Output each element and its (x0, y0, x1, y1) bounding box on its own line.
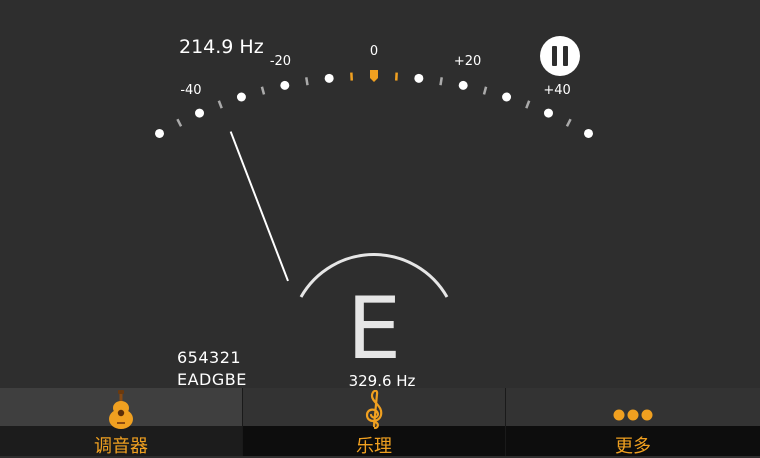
scale-tick (567, 119, 571, 126)
scale-tick (177, 119, 181, 126)
detected-frequency: 214.9 Hz (179, 36, 264, 58)
scale-dot (195, 109, 204, 118)
tuning-name[interactable]: EADGBE (177, 370, 247, 389)
string-numbers[interactable]: 654321 (177, 348, 241, 367)
tab-more[interactable]: 更多 (505, 388, 760, 456)
scale-tick (262, 87, 264, 95)
scale-tick (306, 77, 307, 85)
scale-dot (502, 92, 511, 101)
scale-label: -40 (180, 83, 201, 98)
scale-dot (237, 92, 246, 101)
scale-dot (459, 81, 468, 90)
scale-dot (544, 109, 553, 118)
treble-clef-icon (357, 390, 391, 434)
note-name: E (324, 286, 424, 372)
scale-dot (280, 81, 289, 90)
scale-label: +20 (454, 54, 481, 69)
tab-label: 调音器 (0, 432, 242, 458)
scale-dot (155, 129, 164, 138)
more-dots-icon (611, 390, 655, 434)
scale-dot (584, 129, 593, 138)
tab-label: 乐理 (243, 432, 505, 458)
scale-label: -20 (270, 54, 291, 69)
center-marker (370, 70, 378, 82)
tab-theory[interactable]: 乐理 (242, 388, 505, 456)
bottom-tab-bar: 调音器 乐理 更多 (0, 388, 760, 456)
scale-tick (484, 87, 486, 95)
tab-label: 更多 (506, 432, 760, 458)
tuner-scale (155, 70, 593, 138)
scale-dot (414, 74, 423, 83)
scale-label: 0 (370, 44, 378, 59)
scale-dot (325, 74, 334, 83)
guitar-icon (106, 390, 136, 434)
pause-button[interactable] (540, 36, 580, 76)
tab-tuner[interactable]: 调音器 (0, 388, 242, 456)
tuner-needle (231, 132, 288, 281)
scale-label: +40 (543, 83, 570, 98)
scale-tick (526, 101, 529, 108)
scale-tick (219, 101, 222, 108)
scale-tick (440, 77, 441, 85)
